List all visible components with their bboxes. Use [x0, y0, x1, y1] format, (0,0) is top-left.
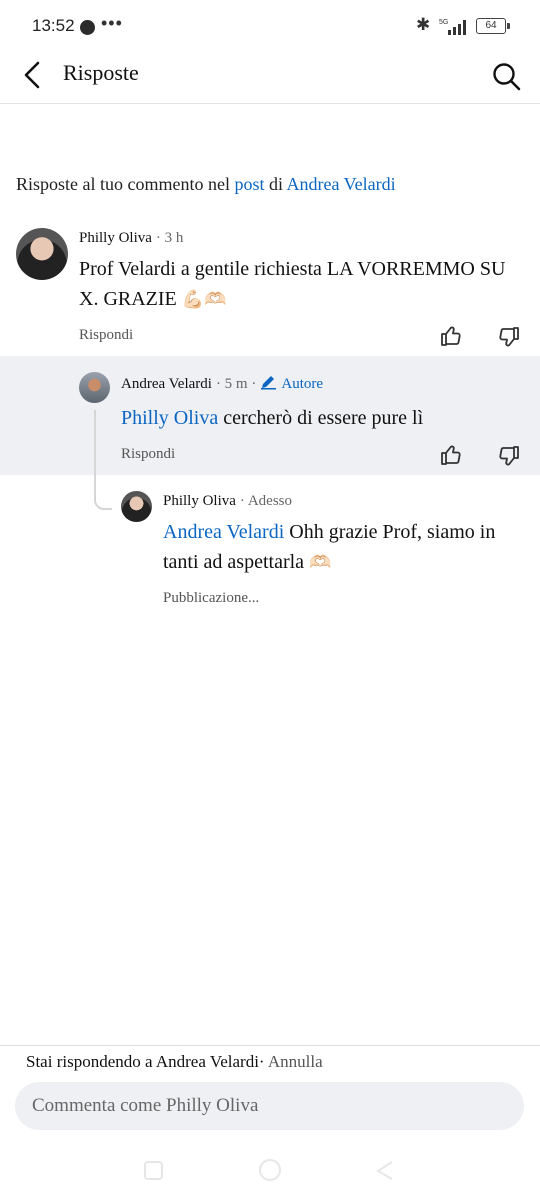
- back-arrow-icon[interactable]: [18, 58, 48, 92]
- comment-header: Andrea Velardi · 5 m · Autore: [121, 375, 323, 393]
- search-icon[interactable]: [490, 60, 522, 92]
- publishing-status: Pubblicazione...: [163, 590, 260, 606]
- back-nav-icon: [376, 1161, 393, 1180]
- thumbs-down-icon[interactable]: [497, 444, 521, 468]
- comment-header: Philly Oliva · 3 h: [79, 229, 183, 247]
- replying-to: Stai rispondendo a Andrea Velardi· Annul…: [26, 1052, 323, 1072]
- status-bar: 13:52 ••• ✱ 5G 64: [0, 0, 540, 52]
- comment-time: · 5 m ·: [215, 376, 257, 392]
- reply-button[interactable]: Rispondi: [79, 327, 133, 344]
- comment-header: Philly Oliva · Adesso: [163, 492, 292, 510]
- commenter-name[interactable]: Andrea Velardi: [121, 376, 212, 392]
- comment-body: cercherò di essere pure lì: [223, 407, 424, 429]
- recents-icon: [144, 1161, 163, 1180]
- author-link[interactable]: Andrea Velardi: [287, 174, 396, 194]
- system-nav-bar: [144, 1159, 393, 1181]
- commenter-name[interactable]: Philly Oliva: [163, 493, 236, 509]
- avatar[interactable]: [79, 372, 110, 403]
- page-title: Risposte: [63, 60, 139, 85]
- avatar[interactable]: [16, 228, 68, 280]
- breadcrumb: Risposte al tuo commento nel post di And…: [16, 174, 396, 195]
- cancel-button[interactable]: Annulla: [268, 1052, 323, 1071]
- post-link[interactable]: post: [234, 174, 264, 194]
- breadcrumb-middle: di: [269, 174, 284, 194]
- breadcrumb-prefix: Risposte al tuo commento nel: [16, 174, 230, 194]
- comment-emoji: 🫶🏻: [309, 552, 332, 573]
- bluetooth-icon: ✱: [416, 15, 431, 35]
- status-time: 13:52: [32, 16, 75, 35]
- comment-text: Andrea Velardi Ohh grazie Prof, siamo in…: [163, 517, 523, 578]
- comment-text: Philly Oliva cercherò di essere pure lì: [121, 403, 423, 433]
- header-divider: [0, 103, 540, 104]
- thread-connector: [94, 410, 112, 510]
- messenger-icon: [80, 20, 95, 35]
- thumbs-up-icon[interactable]: [439, 324, 463, 348]
- replying-prefix: Stai rispondendo a: [26, 1052, 153, 1071]
- comment-text: Prof Velardi a gentile richiesta LA VORR…: [79, 254, 519, 315]
- comment-input[interactable]: [15, 1082, 524, 1130]
- battery-icon: 64: [476, 18, 510, 34]
- mention-link[interactable]: Philly Oliva: [121, 407, 218, 429]
- signal-icon: 5G: [439, 19, 466, 35]
- avatar[interactable]: [121, 491, 152, 522]
- commenter-name[interactable]: Philly Oliva: [79, 230, 152, 246]
- reply-bar-divider: [0, 1045, 540, 1046]
- reply-button[interactable]: Rispondi: [121, 446, 175, 463]
- thumbs-down-icon[interactable]: [497, 325, 521, 349]
- mention-link[interactable]: Andrea Velardi: [163, 521, 284, 543]
- comment-emoji: 💪🏻🫶🏻: [181, 289, 227, 310]
- comment-body: Prof Velardi a gentile richiesta LA VORR…: [79, 258, 506, 310]
- pencil-icon: [261, 376, 277, 390]
- author-badge: Autore: [281, 376, 324, 392]
- replying-separator: ·: [258, 1052, 265, 1071]
- network-type: 5G: [439, 19, 448, 26]
- home-icon: [259, 1159, 281, 1181]
- replying-target: Andrea Velardi: [155, 1052, 259, 1071]
- comment-time: · 3 h: [155, 230, 184, 246]
- thumbs-up-icon[interactable]: [439, 443, 463, 467]
- more-notifications-icon: •••: [101, 13, 123, 33]
- comment-time: · Adesso: [239, 493, 293, 509]
